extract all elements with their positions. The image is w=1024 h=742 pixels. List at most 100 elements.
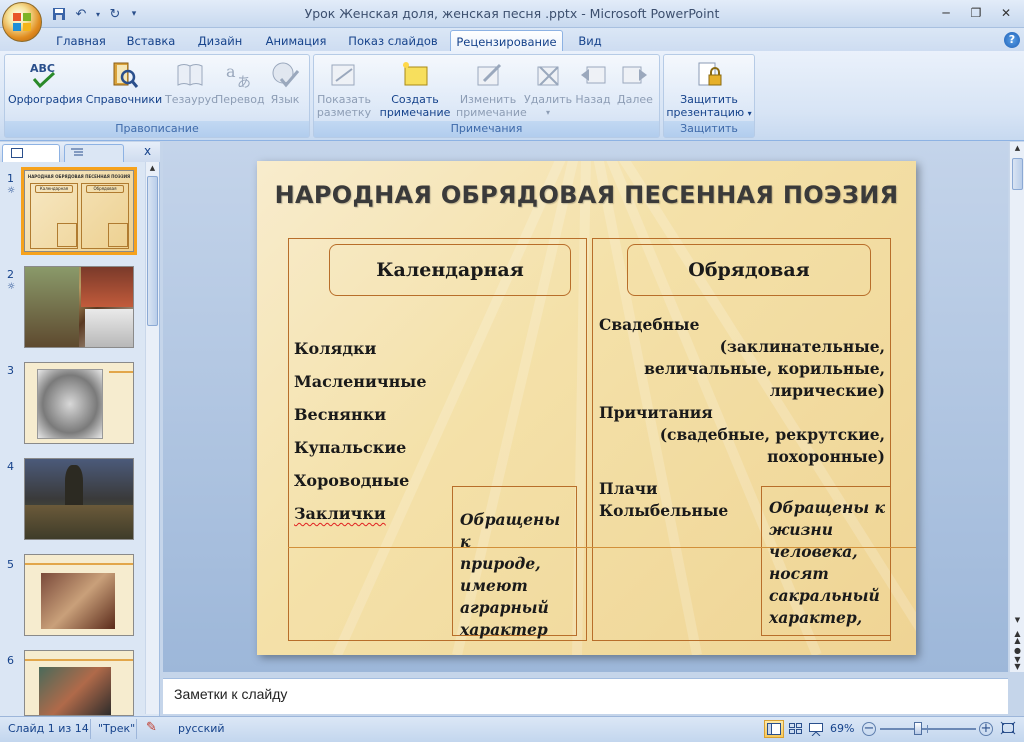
spell-check-icon[interactable]: ✎ — [146, 720, 157, 735]
translate-label: Перевод — [215, 93, 265, 106]
restore-icon[interactable]: ❐ — [962, 4, 990, 22]
protect-presentation-icon — [698, 62, 722, 86]
save-icon[interactable] — [50, 5, 68, 23]
thesaurus-button[interactable]: Тезаурус — [165, 59, 217, 106]
zoom-in-icon[interactable]: + — [979, 722, 993, 736]
list-item: Масленичные — [294, 372, 427, 391]
next-comment-label: Далее — [617, 93, 653, 106]
edit-comment-icon — [477, 63, 502, 86]
transition-icon: ☼ — [7, 186, 16, 196]
zoom-out-icon[interactable]: − — [862, 722, 876, 736]
new-comment-icon — [403, 62, 428, 86]
svg-text:あ: あ — [237, 75, 251, 91]
language-indicator[interactable]: русский — [178, 722, 225, 735]
slide-thumbnail-6[interactable] — [24, 650, 134, 716]
tab-view[interactable]: Вид — [570, 30, 610, 52]
calendar-header[interactable]: Календарная — [329, 244, 571, 296]
theme-name[interactable]: "Трек" — [98, 722, 135, 735]
research-button[interactable]: Справочники — [85, 59, 163, 106]
zoom-level[interactable]: 69% — [830, 722, 854, 735]
tab-insert[interactable]: Вставка — [120, 30, 182, 52]
undo-dropdown-icon[interactable]: ▾ — [94, 5, 102, 23]
delete-dropdown-icon: ▾ — [545, 108, 550, 117]
delete-comment-button[interactable]: Удалить ▾ — [524, 59, 572, 119]
next-comment-icon — [622, 66, 647, 84]
language-button[interactable]: Язык — [263, 59, 307, 106]
slide-area-scroll-thumb[interactable] — [1012, 158, 1023, 190]
tab-review[interactable]: Рецензирование — [450, 30, 563, 52]
slide-thumbnail-4[interactable] — [24, 458, 134, 540]
select-browse-object-icon[interactable]: ● — [1012, 646, 1023, 655]
slide-show-icon[interactable] — [806, 720, 826, 738]
edit-comment-label-2: примечание — [456, 106, 527, 119]
slide-title[interactable]: НАРОДНАЯ ОБРЯДОВАЯ ПЕСЕННАЯ ПОЭЗИЯ — [257, 181, 916, 209]
show-markup-button[interactable]: Показать разметку — [316, 59, 372, 119]
redo-icon[interactable]: ↻ — [106, 5, 124, 23]
list-item: Колядки — [294, 339, 377, 358]
protect-presentation-button[interactable]: Защитить презентацию ▾ — [666, 59, 752, 120]
delete-comment-icon — [537, 66, 559, 86]
notes-placeholder[interactable]: Заметки к слайду — [174, 686, 287, 702]
scroll-up-icon[interactable]: ▲ — [147, 164, 158, 174]
previous-comment-icon — [581, 66, 606, 84]
edit-comment-button[interactable]: Изменить примечание — [456, 59, 527, 119]
list-item: лирические) — [769, 381, 885, 400]
slides-pane-scrollbar[interactable]: ▲ — [145, 162, 159, 714]
zoom-slider-track[interactable] — [880, 725, 976, 733]
status-bar: Слайд 1 из 14 "Трек" ✎ русский 69% − + — [0, 716, 1024, 742]
language-label: Язык — [270, 93, 300, 106]
calendar-note[interactable]: Обращены к природе, имеют аграрный харак… — [452, 486, 577, 639]
normal-view-icon[interactable] — [764, 720, 784, 738]
slide-thumbnail-5[interactable] — [24, 554, 134, 636]
slide-thumbnail-1[interactable]: НАРОДНАЯ ОБРЯДОВАЯ ПЕСЕННАЯ ПОЭЗИЯ Кален… — [21, 167, 137, 255]
notes-pane[interactable]: Заметки к слайду — [163, 678, 1008, 714]
new-comment-label-1: Создать — [391, 93, 439, 106]
scroll-up-icon[interactable]: ▲ — [1012, 144, 1023, 154]
ritual-header[interactable]: Обрядовая — [627, 244, 871, 296]
ritual-note[interactable]: Обращены к жизни человека, носят сакраль… — [761, 486, 891, 636]
next-slide-icon[interactable]: ▼ ▼ — [1012, 656, 1023, 671]
spelling-label: Орфография — [8, 93, 83, 106]
office-button[interactable] — [2, 2, 42, 42]
slides-tab[interactable] — [2, 144, 60, 162]
next-comment-button[interactable]: Далее — [614, 59, 656, 106]
tab-animation[interactable]: Анимация — [258, 30, 334, 52]
minimize-icon[interactable]: ─ — [932, 4, 960, 22]
slide-area-scrollbar[interactable]: ▲ ▼ ▲ ▲ ● ▼ ▼ — [1009, 142, 1024, 672]
thesaurus-icon — [177, 64, 203, 86]
customize-qat-icon[interactable]: ▾ — [128, 5, 140, 23]
spelling-button[interactable]: ABC Орфография — [8, 59, 83, 106]
tab-home[interactable]: Главная — [52, 30, 110, 52]
list-item: похоронные) — [767, 447, 885, 466]
outline-tab-icon — [71, 148, 83, 156]
slides-pane-tabs: x — [0, 142, 160, 162]
list-item: (заклинательные, — [719, 337, 885, 356]
tab-slideshow[interactable]: Показ слайдов — [344, 30, 442, 52]
outline-tab[interactable] — [64, 144, 124, 162]
fit-to-window-icon[interactable] — [1000, 721, 1018, 737]
help-icon[interactable]: ? — [1004, 32, 1020, 48]
slide-number: 5 — [7, 558, 14, 571]
previous-comment-button[interactable]: Назад — [572, 59, 614, 106]
slides-pane-scroll-thumb[interactable] — [147, 176, 158, 326]
note-line: сакральный — [769, 586, 880, 605]
edit-comment-label-1: Изменить — [459, 93, 517, 106]
scroll-down-icon[interactable]: ▼ — [1012, 616, 1023, 628]
slide-thumbnail-3[interactable] — [24, 362, 134, 444]
new-comment-button[interactable]: Создать примечание — [378, 59, 452, 119]
slide-canvas[interactable]: НАРОДНАЯ ОБРЯДОВАЯ ПЕСЕННАЯ ПОЭЗИЯ Кален… — [257, 161, 916, 655]
slide-thumbnail-2[interactable] — [24, 266, 134, 348]
tab-design[interactable]: Дизайн — [192, 30, 248, 52]
close-icon[interactable]: ✕ — [992, 4, 1020, 22]
slides-pane-close-icon[interactable]: x — [144, 144, 151, 158]
protect-group-label: Защитить — [664, 121, 754, 137]
zoom-slider-thumb[interactable] — [914, 722, 923, 735]
previous-slide-icon[interactable]: ▲ ▲ — [1012, 630, 1023, 645]
ribbon: ABC Орфография Справочники Тезаурус a あ … — [0, 51, 1024, 141]
calendar-list[interactable]: Колядки Масленичные Веснянки Купальские … — [294, 332, 427, 530]
translate-button[interactable]: a あ Перевод — [215, 59, 265, 106]
slide-sorter-icon[interactable] — [786, 720, 806, 738]
note-line: аграрный — [460, 598, 549, 617]
undo-icon[interactable]: ↶ — [72, 5, 90, 23]
delete-comment-label: Удалить — [524, 93, 573, 106]
